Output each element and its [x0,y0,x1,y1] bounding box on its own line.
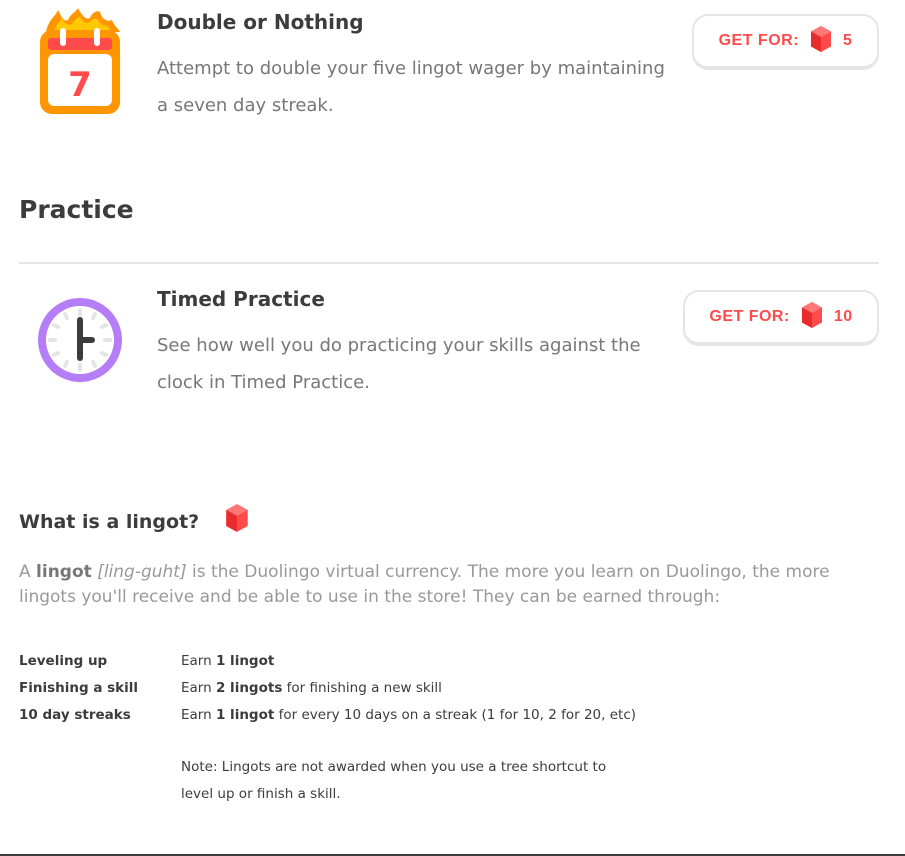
lingot-info-title-text: What is a lingot? [19,511,200,533]
get-for-button[interactable]: GET FOR: 10 [683,290,879,346]
item-title: Double or Nothing [157,10,364,34]
body-prefix: A [19,562,37,582]
get-for-label: GET FOR: [718,32,800,49]
calendar-icon: 7 [34,8,126,120]
earn-row-value: Earn 1 lingot [181,653,275,669]
item-description: Attempt to double your five lingot wager… [157,58,665,116]
item-description: See how well you do practicing your skil… [157,335,641,393]
lingot-icon [800,301,824,334]
price-value: 5 [843,32,853,49]
section-heading-practice: Practice [19,195,134,224]
earn-row-key: Finishing a skill [19,680,139,696]
section-divider [19,262,879,264]
lingot-info-title: What is a lingot? [19,503,250,540]
calendar-day-number: 7 [68,65,92,105]
earn-row-key: 10 day streaks [19,707,131,723]
lingot-info-body: A lingot [ling-guht] is the Duolingo vir… [19,560,889,610]
get-for-label: GET FOR: [709,308,790,325]
get-for-button[interactable]: GET FOR: 5 [692,14,879,70]
lingot-icon [224,503,250,538]
price-value: 10 [833,308,853,325]
item-title: Timed Practice [157,287,325,311]
clock-icon [34,294,126,390]
earn-row-value: Earn 1 lingot for every 10 days on a str… [181,707,637,723]
body-pronunciation: [ling-guht] [97,562,187,582]
lingot-icon [809,25,833,58]
lingot-note: Note: Lingots are not awarded when you u… [181,759,607,802]
earn-row-key: Leveling up [19,653,108,669]
body-lingot-word: lingot [36,562,92,582]
earn-row-value: Earn 2 lingots for finishing a new skill [181,680,442,696]
